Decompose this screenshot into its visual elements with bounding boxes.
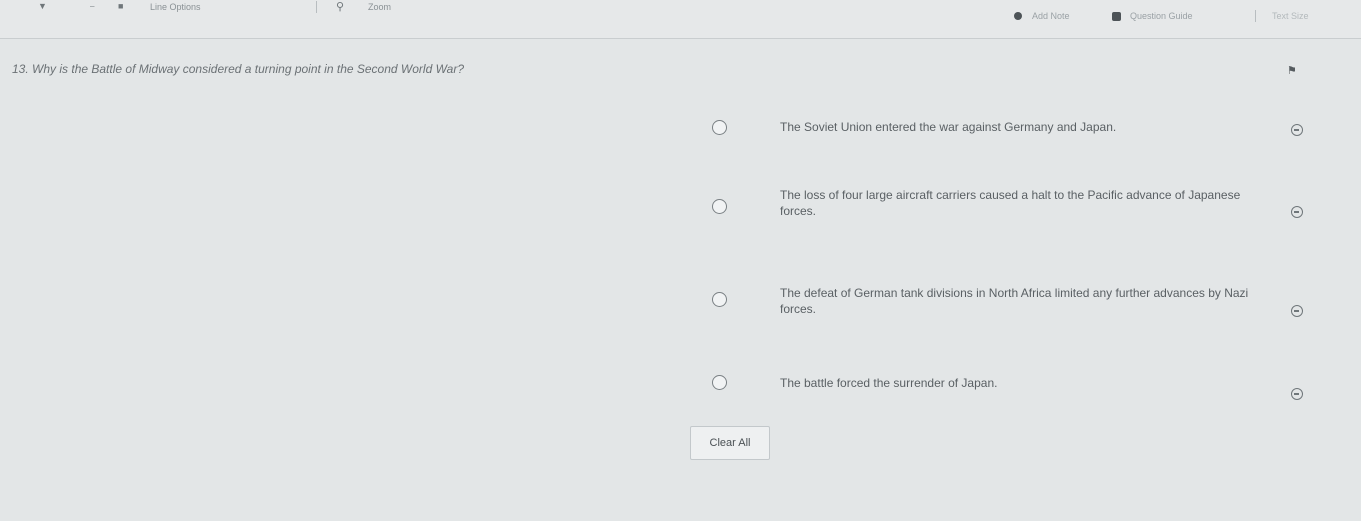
option-text: The battle forced the surrender of Japan… xyxy=(780,376,998,390)
text-size-label[interactable]: Text Size xyxy=(1272,11,1309,21)
question-guide-icon[interactable] xyxy=(1112,12,1121,21)
toolbar: ▼ ⎯ ■ Line Options ⚲ Zoom Add Note Quest… xyxy=(0,0,1361,39)
question-number: 13. xyxy=(12,62,29,76)
zoom-icon[interactable]: ⚲ xyxy=(336,0,344,13)
eraser-icon[interactable]: ■ xyxy=(118,1,123,11)
zoom-button[interactable]: Zoom xyxy=(368,2,391,12)
question-prompt: 13. Why is the Battle of Midway consider… xyxy=(12,62,464,76)
eliminate-icon[interactable] xyxy=(1291,388,1303,400)
toolbar-divider xyxy=(1255,10,1256,22)
option-text: The loss of four large aircraft carriers… xyxy=(780,188,1241,218)
eliminate-icon[interactable] xyxy=(1291,206,1303,218)
toolbar-divider xyxy=(316,1,317,13)
option-radio[interactable] xyxy=(712,120,727,135)
option-text: The Soviet Union entered the war against… xyxy=(780,120,1117,134)
line-options-button[interactable]: Line Options xyxy=(150,2,201,12)
add-note-label[interactable]: Add Note xyxy=(1032,11,1070,21)
add-note-icon[interactable] xyxy=(1014,12,1022,20)
clear-all-button[interactable]: Clear All xyxy=(690,426,770,460)
eliminate-icon[interactable] xyxy=(1291,305,1303,317)
question-text: Why is the Battle of Midway considered a… xyxy=(32,62,465,76)
question-guide-label[interactable]: Question Guide xyxy=(1130,11,1193,21)
option-radio[interactable] xyxy=(712,375,727,390)
flag-icon[interactable]: ⚑ xyxy=(1287,64,1297,77)
highlight-icon[interactable]: ⎯ xyxy=(90,1,95,12)
option-text: The defeat of German tank divisions in N… xyxy=(780,286,1249,316)
option-radio[interactable] xyxy=(712,292,727,307)
eliminate-icon[interactable] xyxy=(1291,124,1303,136)
pointer-icon[interactable]: ▼ xyxy=(38,1,47,11)
option-radio[interactable] xyxy=(712,199,727,214)
